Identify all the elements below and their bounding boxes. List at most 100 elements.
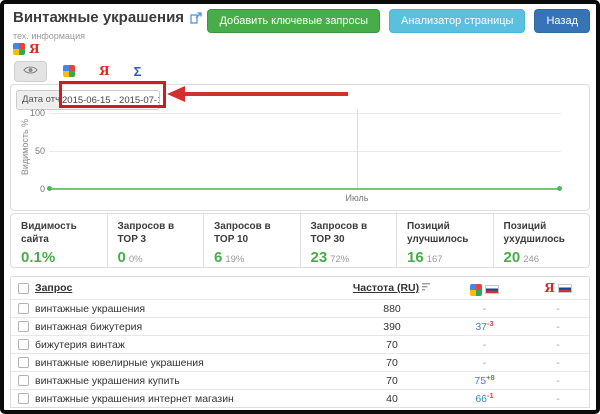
stat-label-line1: Запросов в: [311, 221, 387, 234]
google-change: -1: [487, 391, 494, 400]
add-keywords-button[interactable]: Добавить ключевые запросы: [207, 9, 380, 33]
table-row: винтажные украшения 880 - -: [11, 299, 589, 317]
stat-suffix: 19%: [225, 254, 244, 265]
tech-info-link[interactable]: тех. информация: [13, 31, 85, 41]
stat-label-line2: TOP 30: [311, 234, 387, 247]
stat-suffix: 167: [427, 254, 443, 265]
table-row: винтажные украшения купить 70 75+8 -: [11, 371, 589, 389]
stat-suffix: 246: [523, 254, 539, 265]
google-change: +8: [486, 373, 495, 382]
engine-icons: Я: [13, 42, 40, 56]
tab-yandex[interactable]: Я: [91, 61, 118, 81]
stat-value: 16: [407, 249, 424, 266]
tab-google[interactable]: [55, 62, 83, 80]
title-row: Винтажные украшения: [13, 9, 202, 26]
stat-label-line1: Запросов в: [118, 221, 194, 234]
app-window: Винтажные украшения тех. информация Я До…: [0, 0, 600, 414]
stat-label-line1: Позиций: [504, 221, 580, 234]
yandex-icon: Я: [544, 281, 555, 295]
eye-icon: [23, 65, 38, 78]
google-icon: [13, 43, 25, 55]
back-button[interactable]: Назад: [534, 9, 590, 33]
stat-suffix: 72%: [330, 254, 349, 265]
row-checkbox[interactable]: [18, 321, 29, 332]
stat-label-line2: улучшилось: [407, 234, 483, 247]
row-checkbox[interactable]: [18, 357, 29, 368]
y-tick-0: 0: [21, 184, 45, 194]
keywords-table: Запрос Частота (RU) Я: [10, 276, 590, 408]
yandex-position: -: [556, 321, 560, 333]
google-position: -: [483, 357, 487, 369]
tab-visibility[interactable]: [14, 61, 47, 82]
view-tabs: Я Σ: [14, 60, 149, 82]
yandex-position: -: [556, 339, 560, 351]
frequency-value: 40: [386, 393, 398, 405]
gridline-50: [49, 151, 561, 152]
ru-flag-icon: [485, 285, 499, 294]
row-checkbox[interactable]: [18, 303, 29, 314]
table-header-row: Запрос Частота (RU) Я: [11, 277, 589, 299]
annotation-highlight-box: [59, 81, 166, 108]
stat-label-line2: сайта: [21, 234, 97, 247]
row-checkbox[interactable]: [18, 393, 29, 404]
sort-icon[interactable]: [422, 282, 431, 294]
stat-card: Запросов в TOP 30 2372%: [300, 214, 397, 267]
annotation-arrow-head: [167, 86, 185, 102]
table-row: винтажная бижутерия 390 37-3 -: [11, 317, 589, 335]
y-tick-50: 50: [21, 146, 45, 156]
row-checkbox[interactable]: [18, 375, 29, 386]
stat-card: Запросов в TOP 3 00%: [107, 214, 204, 267]
google-position[interactable]: 75: [474, 375, 486, 387]
yandex-position: -: [556, 375, 560, 387]
top-buttons: Добавить ключевые запросы Анализатор стр…: [207, 9, 590, 33]
query-label: винтажные ювелирные украшения: [35, 357, 204, 369]
query-column-header[interactable]: Запрос: [35, 282, 72, 294]
visibility-series-line: [49, 188, 561, 190]
stat-label-line2: TOP 10: [214, 234, 290, 247]
google-position: -: [483, 339, 487, 351]
stat-label-line1: Запросов в: [214, 221, 290, 234]
stat-value: 6: [214, 249, 222, 266]
frequency-column-header[interactable]: Частота (RU): [353, 282, 419, 294]
google-icon: [470, 284, 482, 296]
google-column-header[interactable]: [470, 284, 499, 296]
google-change: -3: [487, 319, 494, 328]
stats-panel: Видимость сайта 0.1% Запросов в TOP 3 00…: [10, 213, 590, 268]
google-icon: [63, 65, 75, 77]
page-analyzer-button[interactable]: Анализатор страницы: [389, 9, 525, 33]
yandex-icon: Я: [29, 42, 40, 56]
frequency-value: 390: [383, 321, 401, 333]
page-title: Винтажные украшения: [13, 9, 184, 26]
stat-label-line2: TOP 3: [118, 234, 194, 247]
stat-value: 0: [118, 249, 126, 266]
ru-flag-icon: [558, 284, 572, 293]
query-label: винтажная бижутерия: [35, 321, 142, 333]
external-link-icon[interactable]: [190, 12, 202, 24]
stat-card: Позиций улучшилось 16167: [396, 214, 493, 267]
y-tick-100: 100: [21, 108, 45, 118]
google-position[interactable]: 37: [475, 321, 487, 333]
yandex-position: -: [556, 303, 560, 315]
row-checkbox[interactable]: [18, 339, 29, 350]
frequency-value: 70: [386, 375, 398, 387]
table-row: бижутерия винтаж 70 - -: [11, 335, 589, 353]
yandex-column-header[interactable]: Я: [544, 281, 572, 295]
select-all-checkbox[interactable]: [18, 283, 29, 294]
query-label: винтажные украшения купить: [35, 375, 180, 387]
google-position: -: [483, 303, 487, 315]
stat-suffix: 0%: [129, 254, 143, 265]
frequency-value: 70: [386, 339, 398, 351]
frequency-value: 880: [383, 303, 401, 315]
query-label: винтажные украшения: [35, 303, 145, 315]
table-row: винтажные ювелирные украшения 70 - -: [11, 353, 589, 371]
stat-card: Видимость сайта 0.1%: [11, 214, 107, 267]
tab-summary[interactable]: Σ: [126, 61, 150, 82]
query-label: бижутерия винтаж: [35, 339, 125, 351]
table-body: винтажные украшения 880 - - винтажная би…: [11, 299, 589, 407]
sigma-icon: Σ: [134, 64, 142, 79]
annotation-arrow: [185, 92, 348, 96]
stat-label-line1: Позиций: [407, 221, 483, 234]
report-panel: Дата отчета: Видимость % 100 50 0 Июль: [10, 84, 590, 211]
google-position[interactable]: 66: [475, 393, 487, 405]
yandex-position: -: [556, 393, 560, 405]
